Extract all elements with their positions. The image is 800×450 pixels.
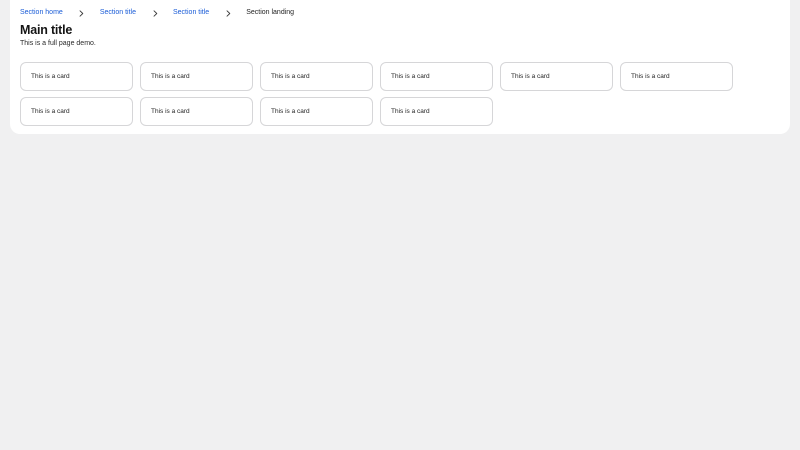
card[interactable]: This is a card [260, 62, 373, 91]
card[interactable]: This is a card [20, 97, 133, 126]
breadcrumb-link-section-home[interactable]: Section home [20, 7, 63, 19]
card[interactable]: This is a card [620, 62, 733, 91]
card-label: This is a card [271, 108, 310, 115]
card[interactable]: This is a card [20, 62, 133, 91]
card-grid: This is a card This is a card This is a … [20, 62, 780, 126]
chevron-right-icon [224, 7, 232, 19]
page-title: Main title [20, 23, 73, 37]
card[interactable]: This is a card [140, 97, 253, 126]
card-label: This is a card [511, 73, 550, 80]
card-label: This is a card [271, 73, 310, 80]
breadcrumb-link-section-title-2[interactable]: Section title [173, 7, 209, 19]
card[interactable]: This is a card [140, 62, 253, 91]
chevron-right-icon [151, 7, 159, 19]
page-panel: Section home Section title Section title… [10, 0, 790, 134]
card-label: This is a card [391, 73, 430, 80]
page-subtitle: This is a full page demo. [20, 40, 96, 47]
card[interactable]: This is a card [260, 97, 373, 126]
breadcrumb-link-section-title-1[interactable]: Section title [100, 7, 136, 19]
card[interactable]: This is a card [380, 97, 493, 126]
card[interactable]: This is a card [500, 62, 613, 91]
card-label: This is a card [31, 73, 70, 80]
card[interactable]: This is a card [380, 62, 493, 91]
card-label: This is a card [631, 73, 670, 80]
breadcrumb-current: Section landing [246, 9, 295, 16]
breadcrumb: Section home Section title Section title… [20, 7, 294, 19]
card-label: This is a card [151, 108, 190, 115]
card-label: This is a card [31, 108, 70, 115]
card-label: This is a card [151, 73, 190, 80]
card-label: This is a card [391, 108, 430, 115]
chevron-right-icon [78, 7, 86, 19]
